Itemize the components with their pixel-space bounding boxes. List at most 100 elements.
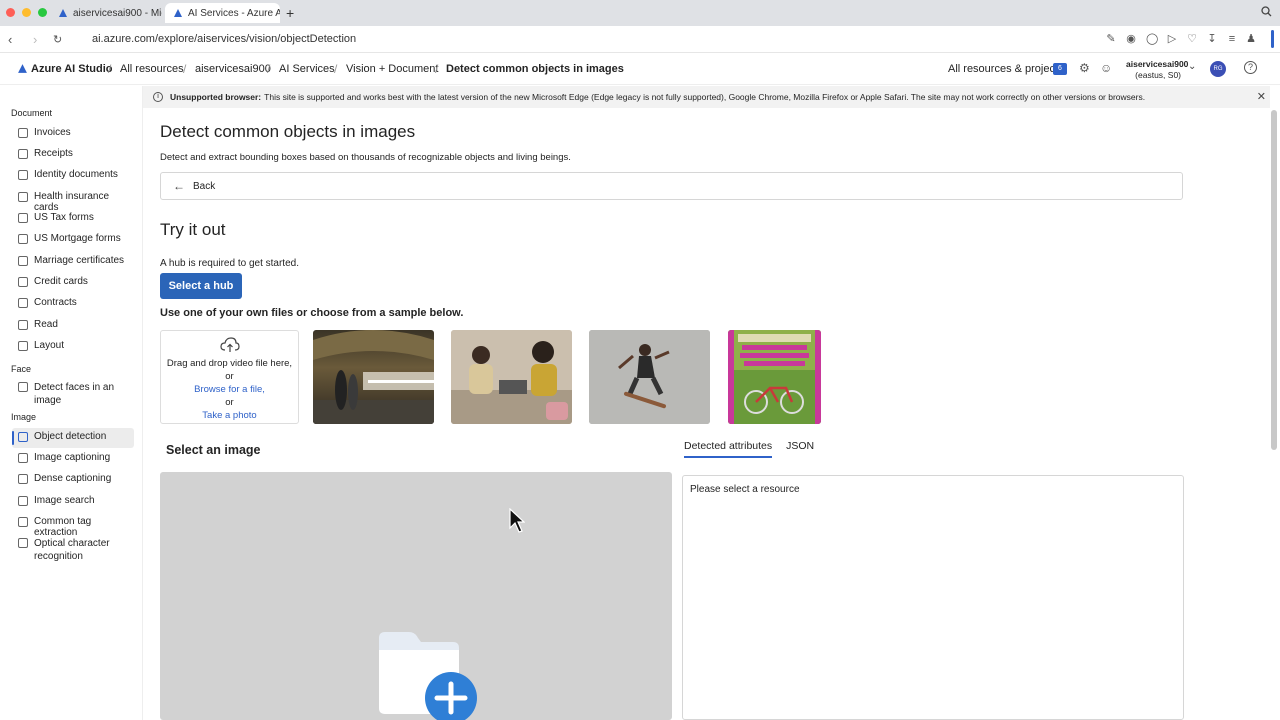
profile-icon[interactable]: ♟ <box>1245 33 1257 45</box>
browser-tab-title: AI Services - Azure AI St <box>188 7 280 19</box>
take-photo-link[interactable]: Take a photo <box>161 409 298 422</box>
sidebar-item-label: Image search <box>34 495 95 506</box>
select-hub-button[interactable]: Select a hub <box>160 273 242 299</box>
browse-file-link[interactable]: Browse for a file, <box>161 383 298 396</box>
document-icon <box>18 234 28 244</box>
sidebar-item-image-captioning[interactable]: Image captioning <box>12 449 134 469</box>
sample-image-meeting[interactable] <box>451 330 572 424</box>
tab-json[interactable]: JSON <box>786 440 814 458</box>
image-preview-area[interactable] <box>160 472 672 720</box>
document-icon <box>18 341 28 351</box>
breadcrumb-resource[interactable]: aiservicesai900 <box>195 63 271 75</box>
result-tabs: Detected attributes JSON <box>684 440 814 458</box>
back-label: Back <box>193 180 216 192</box>
sidebar-item-dense-captioning[interactable]: Dense captioning <box>12 470 134 490</box>
result-message: Please select a resource <box>690 484 800 495</box>
document-icon <box>18 170 28 180</box>
image-icon <box>18 517 28 527</box>
help-icon[interactable]: ? <box>1244 61 1257 74</box>
account-info[interactable]: aiservicesai900 (eastus, S0) <box>1126 59 1188 81</box>
sidebar-item-us-mortgage-forms[interactable]: US Mortgage forms <box>12 230 134 250</box>
browser-tab-title: aiservicesai900 - Micro <box>73 7 162 19</box>
breadcrumb-separator: / <box>267 62 271 76</box>
edit-icon[interactable]: ✎ <box>1105 33 1117 45</box>
sidebar-item-image-search[interactable]: Image search <box>12 492 134 512</box>
sidebar-item-label: Marriage certificates <box>34 255 125 266</box>
settings-gear-icon[interactable]: ⚙ <box>1079 61 1090 75</box>
sidebar-item-object-detection[interactable]: Object detection <box>12 428 134 448</box>
sidebar-item-label: Detect faces in an image <box>34 382 115 406</box>
browser-tab-2[interactable]: AI Services - Azure AI St <box>165 3 280 23</box>
sidebar-item-marriage-certificates[interactable]: Marriage certificates <box>12 252 134 272</box>
sidebar-item-label: Identity documents <box>34 169 118 180</box>
sidebar-item-identity-documents[interactable]: Identity documents <box>12 166 134 186</box>
app-header: Azure AI Studio / All resources / aiserv… <box>0 53 1280 85</box>
sidebar-item-detect-faces[interactable]: Detect faces in an image <box>12 378 134 410</box>
shield-icon[interactable]: ◯ <box>1146 33 1158 45</box>
url-field[interactable]: ai.azure.com/explore/aiservices/vision/o… <box>92 33 356 45</box>
result-panel: Please select a resource <box>682 475 1184 720</box>
sample-image-skateboard[interactable] <box>589 330 710 424</box>
sidebar: Document Invoices Receipts Identity docu… <box>0 86 143 720</box>
window-controls <box>6 8 47 17</box>
sidebar-item-us-tax-forms[interactable]: US Tax forms <box>12 209 134 229</box>
new-tab-button[interactable]: + <box>286 5 294 21</box>
close-window-button[interactable] <box>6 8 15 17</box>
document-icon <box>18 256 28 266</box>
reload-icon[interactable]: ↻ <box>53 33 62 46</box>
minimize-window-button[interactable] <box>22 8 31 17</box>
folder-add-icon <box>379 632 477 720</box>
close-icon[interactable]: ✕ <box>1257 90 1266 103</box>
breadcrumb-vision-document[interactable]: Vision + Document <box>346 63 438 75</box>
arrow-left-icon: ← <box>173 179 185 193</box>
back-arrow-icon[interactable]: ‹ <box>8 32 12 47</box>
browser-tab-1[interactable]: aiservicesai900 - Micro <box>50 3 162 23</box>
breadcrumb-all-resources[interactable]: All resources <box>120 63 184 75</box>
sidebar-item-label: Read <box>34 319 58 330</box>
feedback-smiley-icon[interactable]: ☺ <box>1100 61 1112 75</box>
play-icon[interactable]: ▷ <box>1166 33 1178 45</box>
banner-text: This site is supported and works best wi… <box>264 92 1146 102</box>
sidebar-indicator <box>1271 30 1274 48</box>
avatar[interactable]: RG <box>1210 61 1226 77</box>
address-bar: ‹ › ↻ ai.azure.com/explore/aiservices/vi… <box>0 26 1280 53</box>
image-icon <box>18 474 28 484</box>
breadcrumb-ai-services[interactable]: AI Services <box>279 63 335 75</box>
maximize-window-button[interactable] <box>38 8 47 17</box>
mouse-cursor-icon <box>509 508 525 533</box>
back-button[interactable]: ← Back <box>160 172 1183 200</box>
try-it-out-heading: Try it out <box>160 220 226 239</box>
sample-image-subway[interactable] <box>313 330 434 424</box>
heart-icon[interactable]: ♡ <box>1186 33 1198 45</box>
chevron-down-icon[interactable]: ⌄ <box>1188 61 1196 72</box>
sidebar-item-ocr[interactable]: Optical character recognition <box>12 534 134 566</box>
forward-arrow-icon[interactable]: › <box>33 32 37 47</box>
use-files-text: Use one of your own files or choose from… <box>160 307 464 319</box>
sidebar-item-label: Contracts <box>34 297 77 308</box>
sidebar-item-credit-cards[interactable]: Credit cards <box>12 273 134 293</box>
document-icon <box>18 128 28 138</box>
download-icon[interactable]: ↧ <box>1206 33 1218 45</box>
page-scrollbar[interactable] <box>1271 110 1277 450</box>
tab-detected-attributes[interactable]: Detected attributes <box>684 440 773 458</box>
brand-link[interactable]: Azure AI Studio <box>31 63 112 75</box>
sidebar-item-contracts[interactable]: Contracts <box>12 294 134 314</box>
sidebar-item-layout[interactable]: Layout <box>12 337 134 357</box>
sidebar-item-label: Object detection <box>34 431 107 442</box>
sidebar-item-invoices[interactable]: Invoices <box>12 124 134 144</box>
document-icon <box>18 192 28 202</box>
file-drop-zone[interactable]: Drag and drop video file here, or Browse… <box>160 330 299 424</box>
tab-search-icon[interactable] <box>1261 6 1272 20</box>
scope-selector[interactable]: All resources & projects <box>948 63 1064 75</box>
camera-icon[interactable]: ◉ <box>1125 33 1137 45</box>
browser-tab-bar: aiservicesai900 - Micro AI Services - Az… <box>0 0 1280 26</box>
sidebar-item-receipts[interactable]: Receipts <box>12 145 134 165</box>
sidebar-item-read[interactable]: Read <box>12 316 134 336</box>
notification-badge[interactable]: 6 <box>1053 63 1067 75</box>
document-icon <box>18 149 28 159</box>
sample-image-bicycle-poster[interactable] <box>728 330 821 424</box>
main-content: i Unsupported browser: This site is supp… <box>143 86 1270 720</box>
azure-icon <box>59 9 67 17</box>
menu-icon[interactable]: ≡ <box>1226 33 1238 45</box>
sidebar-section-face: Face <box>11 364 32 374</box>
